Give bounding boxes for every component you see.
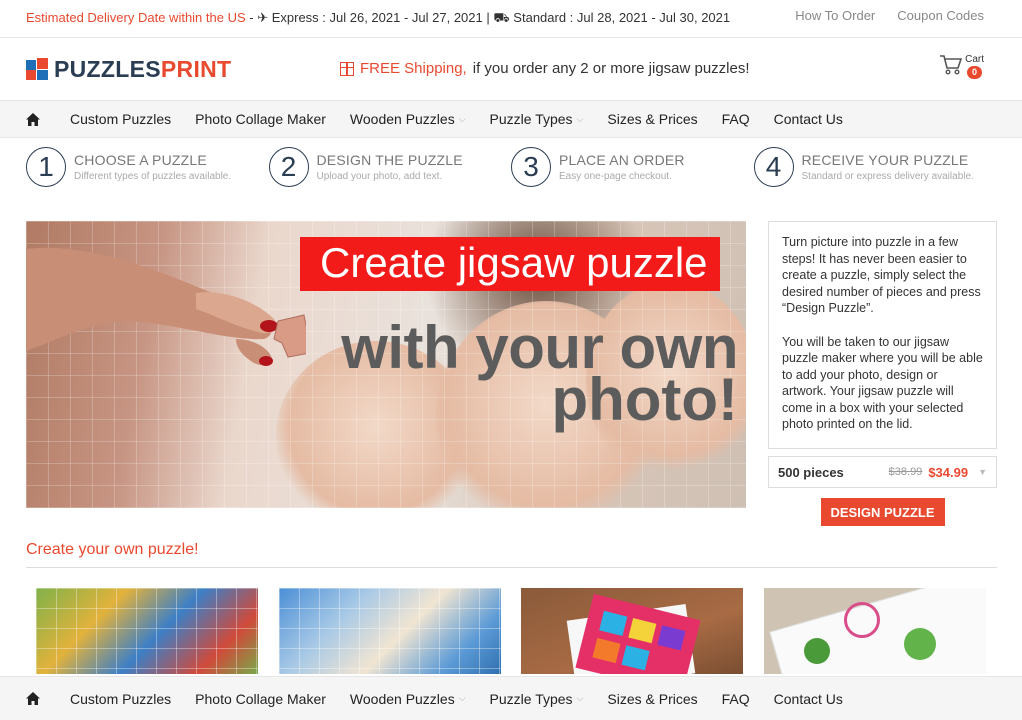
nav-puzzle-types[interactable]: Puzzle Types ⌵ [490, 111, 584, 127]
step-desc: Different types of puzzles available. [74, 171, 232, 182]
step-3: 3 PLACE AN ORDER Easy one-page checkout. [511, 147, 754, 187]
gift-icon [340, 61, 354, 76]
shipping-text: if you order any 2 or more jigsaw puzzle… [472, 60, 750, 77]
nav-label: Puzzle Types [489, 111, 573, 127]
coupon-codes-link[interactable]: Coupon Codes [897, 8, 984, 23]
hero-subtitle-line2: photo! [551, 366, 738, 433]
step-1: 1 CHOOSE A PUZZLE Different types of puzz… [26, 147, 269, 187]
nav-label: Photo Collage Maker [195, 690, 326, 707]
delivery-dates: - ✈ Express : Jul 26, 2021 - Jul 27, 202… [249, 9, 731, 25]
step-desc: Easy one-page checkout. [559, 171, 672, 182]
pieces-select[interactable]: 500 pieces $38.99 $34.99 ▼ [768, 456, 997, 488]
product-thumbnail-collage-puzzle[interactable] [279, 588, 501, 674]
chevron-down-icon: ⌵ [576, 113, 584, 124]
nav-faq[interactable]: FAQ [722, 691, 750, 707]
hero-banner: Create jigsaw puzzle with your own photo… [26, 221, 746, 508]
nav-contact-us[interactable]: Contact Us [774, 111, 843, 127]
nav-sizes-prices[interactable]: Sizes & Prices [607, 111, 697, 127]
chevron-down-icon: ▼ [978, 467, 987, 477]
sticky-nav: Custom Puzzles Photo Collage Maker Woode… [0, 676, 1022, 720]
shipping-accent: FREE Shipping, [360, 60, 467, 77]
chevron-down-icon: ⌵ [458, 113, 466, 124]
nav-wooden-puzzles[interactable]: Wooden Puzzles ⌵ [350, 691, 466, 707]
nav-label: Contact Us [773, 690, 843, 707]
order-description: Turn picture into puzzle in a few steps!… [768, 221, 997, 449]
logo-text: PUZZLESPRINT [54, 56, 231, 83]
new-price: $34.99 [928, 464, 969, 480]
step-desc: Upload your photo, add text. [316, 171, 443, 182]
design-puzzle-button[interactable]: DESIGN PUZZLE [820, 498, 945, 526]
nav-photo-collage-maker[interactable]: Photo Collage Maker [195, 111, 326, 127]
pieces-value: 500 pieces [778, 464, 844, 480]
nav-puzzle-types[interactable]: Puzzle Types ⌵ [490, 691, 584, 707]
step-desc: Standard or express delivery available. [801, 171, 974, 182]
step-title: RECEIVE YOUR PUZZLE [801, 152, 969, 168]
product-thumbnail-kids-puzzle[interactable] [36, 588, 258, 674]
nav-contact-us[interactable]: Contact Us [774, 691, 843, 707]
logo[interactable]: PUZZLESPRINT [26, 56, 326, 83]
nav-label: Wooden Puzzles [349, 111, 455, 127]
nav-label: Custom Puzzles [70, 111, 172, 127]
nav-label: FAQ [721, 690, 750, 707]
step-number: 1 [26, 147, 66, 187]
hero-title: Create jigsaw puzzle [300, 237, 720, 291]
section-title: Create your own puzzle! [26, 541, 199, 558]
main-nav: Custom Puzzles Photo Collage Maker Woode… [0, 100, 1022, 138]
nav-custom-puzzles[interactable]: Custom Puzzles [70, 691, 171, 707]
puzzle-logo-icon [26, 58, 50, 80]
nav-wooden-puzzles[interactable]: Wooden Puzzles ⌵ [350, 111, 466, 127]
nav-faq[interactable]: FAQ [722, 111, 750, 127]
step-number: 4 [753, 147, 794, 187]
nav-label: Wooden Puzzles [349, 690, 455, 707]
top-links: How To Order Coupon Codes [795, 8, 984, 23]
top-bar: Estimated Delivery Date within the US - … [0, 0, 1022, 38]
nav-label: Photo Collage Maker [195, 111, 326, 127]
cart-label: Cart [965, 54, 984, 65]
delivery-label: Estimated Delivery Date within the US [26, 9, 246, 25]
free-shipping-banner: FREE Shipping, if you order any 2 or mor… [340, 60, 750, 77]
chevron-down-icon: ⌵ [576, 693, 584, 703]
logo-text-part2: PRINT [160, 55, 232, 82]
cart-button[interactable]: Cart 0 [939, 54, 984, 79]
hand-holding-piece-image [26, 247, 306, 366]
divider [26, 567, 997, 568]
cart-meta: Cart 0 [965, 54, 984, 79]
step-title: CHOOSE A PUZZLE [74, 152, 207, 168]
delivery-info: Estimated Delivery Date within the US - … [26, 10, 730, 28]
nav-label: Sizes & Prices [607, 690, 698, 707]
nav-custom-puzzles[interactable]: Custom Puzzles [70, 111, 171, 127]
nav-label: Sizes & Prices [607, 111, 698, 127]
site-header: PUZZLESPRINT FREE Shipping, if you order… [0, 38, 1022, 100]
step-title: DESIGN THE PUZZLE [316, 152, 463, 168]
product-thumbnail-coloring-puzzle[interactable] [764, 588, 986, 674]
nav-label: Contact Us [773, 111, 843, 127]
nav-label: Custom Puzzles [70, 690, 172, 707]
chevron-down-icon: ⌵ [458, 693, 466, 703]
steps-bar: 1 CHOOSE A PUZZLE Different types of puzz… [0, 138, 1022, 196]
description-paragraph-1: Turn picture into puzzle in a few steps!… [782, 235, 981, 315]
cart-count-badge: 0 [967, 66, 983, 79]
description-paragraph-2: You will be taken to our jigsaw puzzle m… [782, 334, 983, 432]
nav-label: Puzzle Types [489, 690, 573, 707]
how-to-order-link[interactable]: How To Order [795, 8, 875, 23]
nav-photo-collage-maker[interactable]: Photo Collage Maker [195, 691, 326, 707]
home-icon[interactable] [26, 692, 40, 705]
product-thumbnail-puzzle-box[interactable] [521, 588, 743, 674]
step-number: 2 [268, 147, 309, 187]
nav-label: FAQ [721, 111, 750, 127]
old-price: $38.99 [888, 466, 923, 478]
step-number: 3 [511, 147, 551, 187]
step-title: PLACE AN ORDER [559, 152, 685, 168]
order-panel: Turn picture into puzzle in a few steps!… [768, 221, 997, 526]
step-4: 4 RECEIVE YOUR PUZZLE Standard or express… [753, 147, 997, 187]
home-icon[interactable] [26, 112, 40, 126]
cart-icon [940, 55, 963, 75]
nav-sizes-prices[interactable]: Sizes & Prices [607, 691, 697, 707]
step-2: 2 DESIGN THE PUZZLE Upload your photo, ad… [268, 147, 512, 187]
logo-text-part1: PUZZLES [54, 55, 161, 82]
